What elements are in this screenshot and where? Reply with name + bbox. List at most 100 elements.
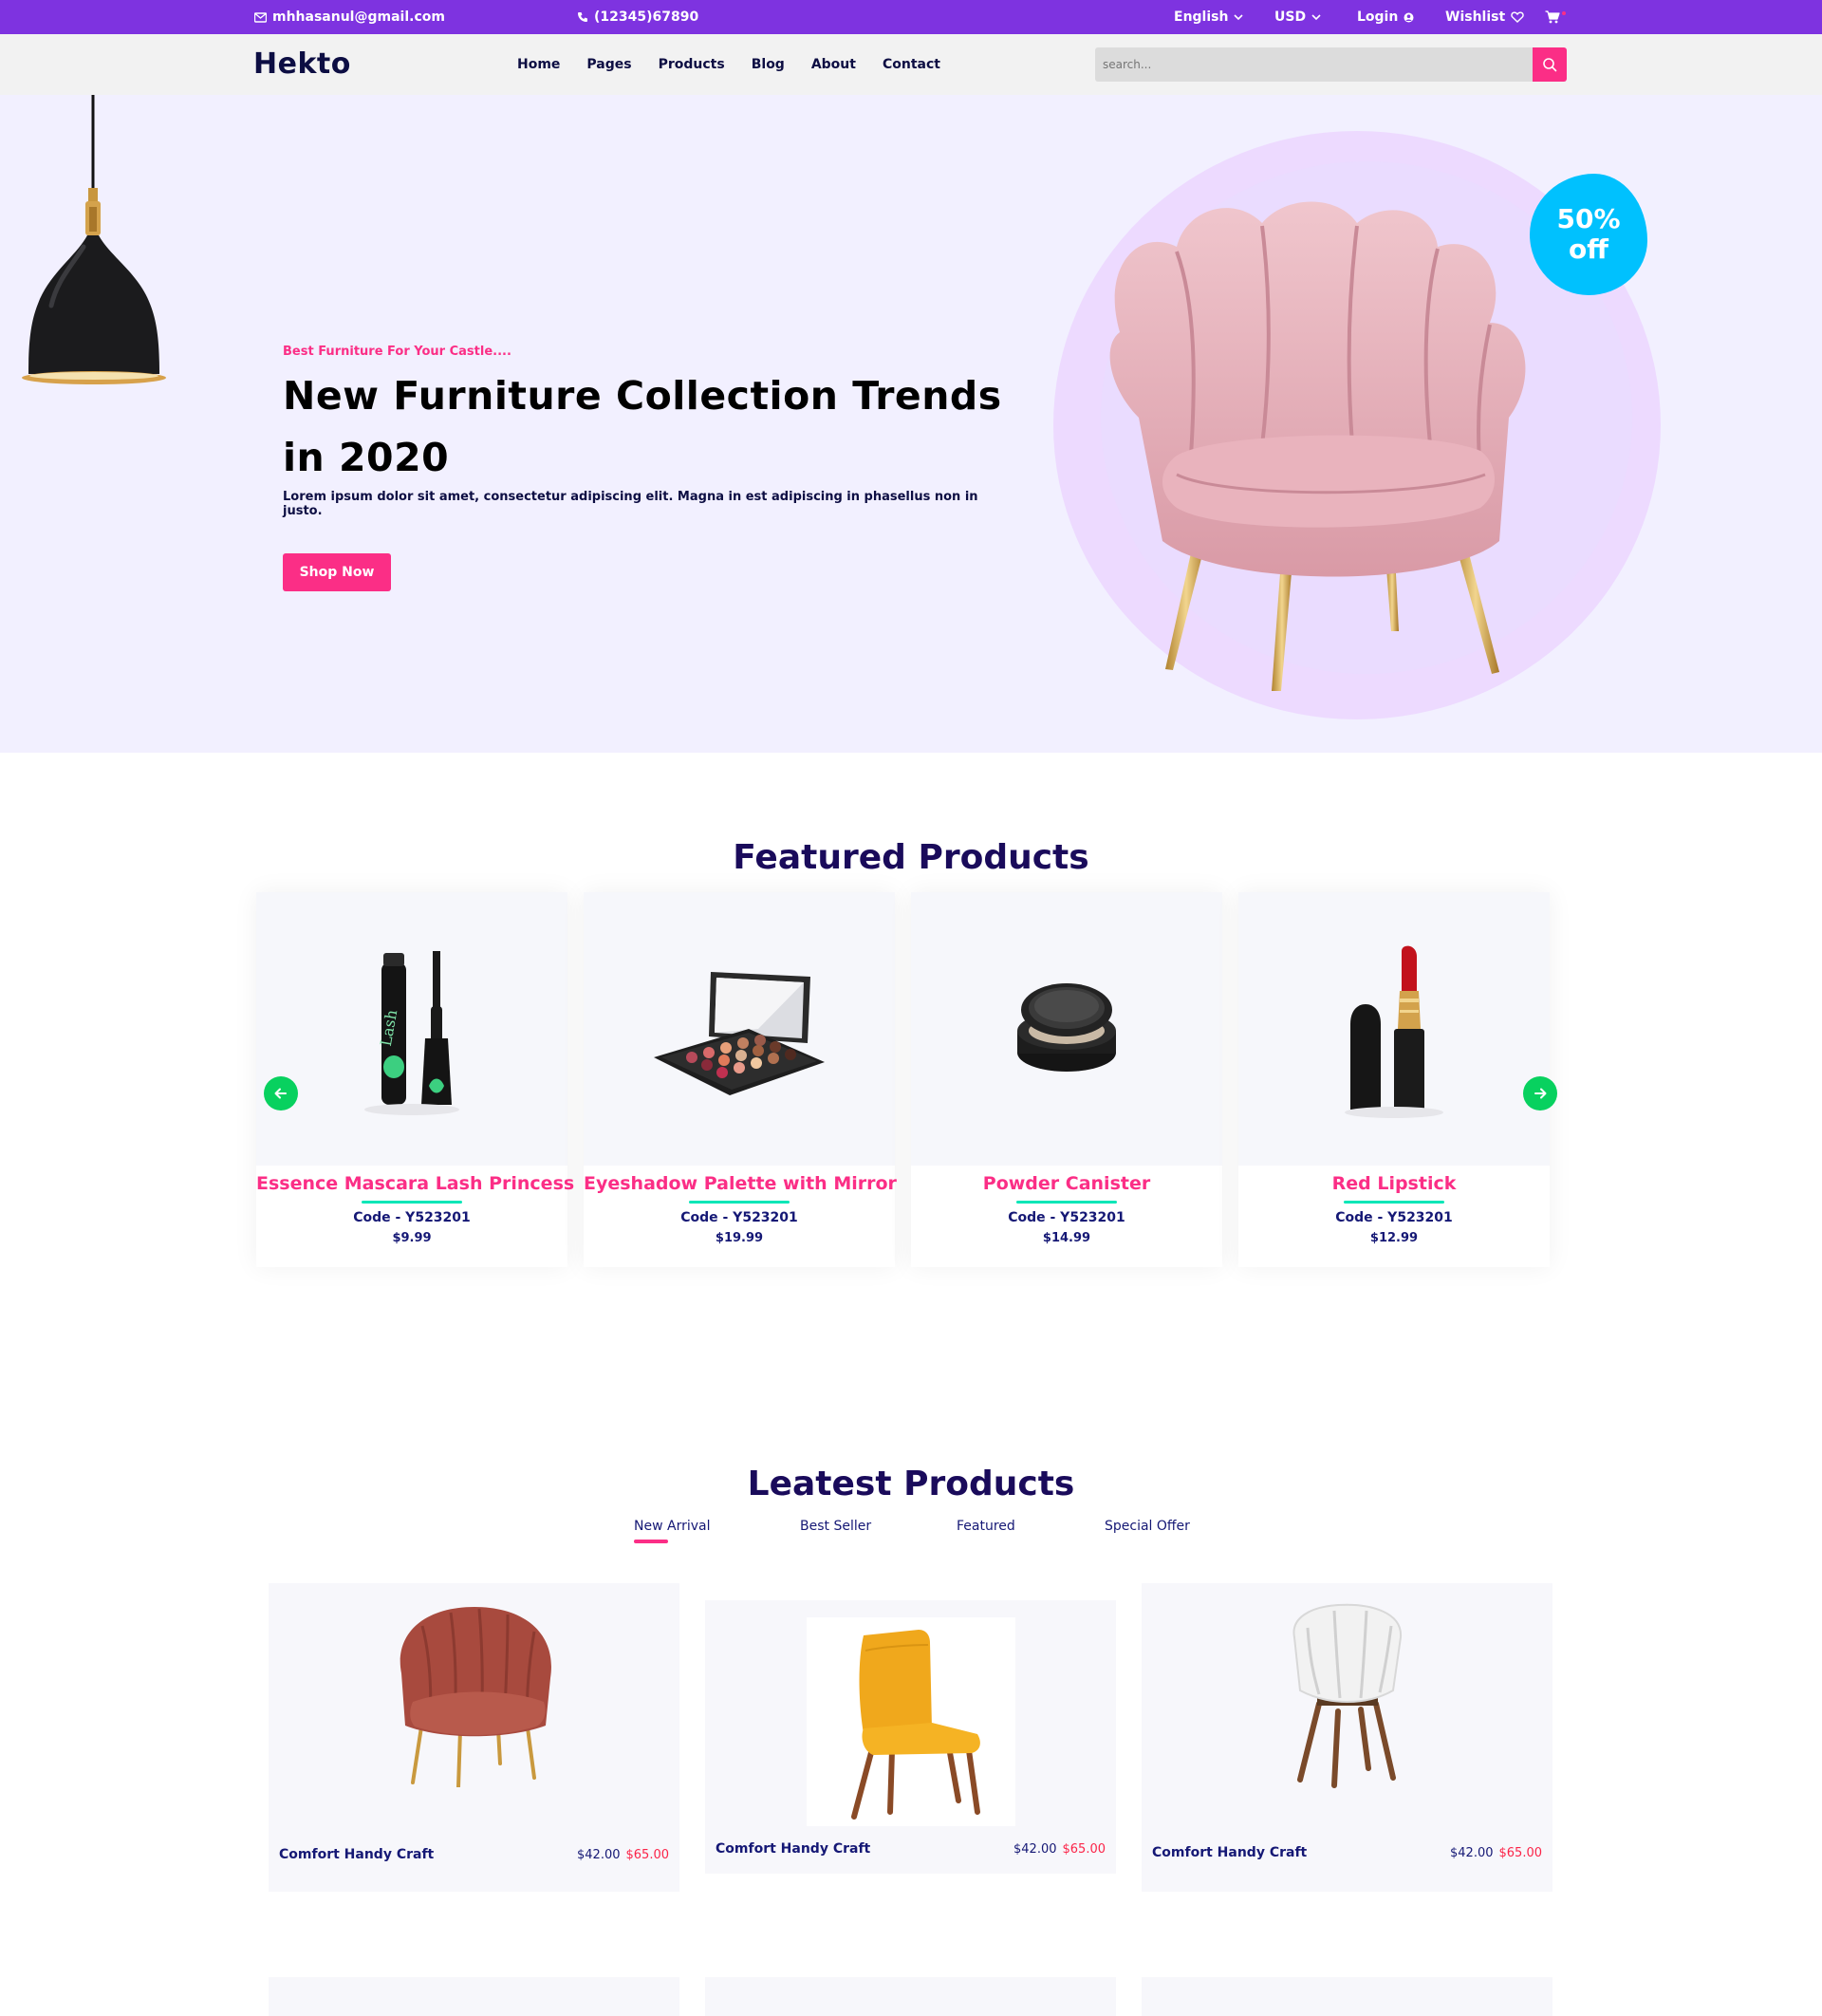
product-image	[911, 892, 1222, 1166]
product-price: $42.00 $65.00	[577, 1848, 669, 1862]
mascara-icon: Lash	[364, 951, 459, 1115]
discount-off: off	[1569, 233, 1608, 265]
nav-contact[interactable]: Contact	[883, 57, 940, 72]
latest-product-card[interactable]: Comfort Handy Craft $42.00 $65.00	[269, 1583, 679, 1892]
phone-text: (12345)67890	[594, 9, 699, 25]
current-price: $42.00	[577, 1848, 621, 1862]
powder-canister-icon	[1017, 983, 1116, 1072]
tab-new-arrival[interactable]: New Arrival	[634, 1519, 710, 1543]
hero-banner: Best Furniture For Your Castle.... New F…	[0, 95, 1822, 753]
product-card[interactable]: Eyeshadow Palette with Mirror Code - Y52…	[584, 892, 897, 1267]
hero-title: New Furniture Collection Trends in 2020	[283, 373, 1002, 480]
eyeshadow-palette-icon	[654, 972, 825, 1095]
product-price: $9.99	[392, 1231, 432, 1245]
wishlist-link[interactable]: Wishlist	[1445, 0, 1524, 34]
product-name[interactable]: Essence Mascara Lash Princess	[256, 1173, 574, 1194]
latest-product-card[interactable]: Comfort Handy Craft $42.00 $65.00	[1142, 1583, 1552, 1892]
latest-product-card-partial[interactable]	[269, 1977, 679, 2016]
velvet-armchair-icon	[400, 1607, 551, 1787]
latest-product-card-partial[interactable]	[705, 1977, 1116, 2016]
product-image	[269, 1607, 679, 1787]
tab-best-seller[interactable]: Best Seller	[800, 1519, 871, 1534]
login-label: Login	[1357, 9, 1399, 25]
product-name[interactable]: Comfort Handy Craft	[1152, 1845, 1307, 1860]
product-price: $14.99	[1042, 1231, 1091, 1245]
yellow-chair-icon	[850, 1630, 980, 1820]
product-card[interactable]: Powder Canister Code - Y523201 $14.99	[911, 892, 1222, 1267]
chevron-down-icon	[1311, 14, 1321, 21]
arrow-right-icon	[1534, 1088, 1547, 1099]
language-select[interactable]: English	[1174, 0, 1244, 34]
chevron-down-icon	[1234, 14, 1244, 21]
product-name-underline	[689, 1201, 790, 1204]
nav-blog[interactable]: Blog	[752, 57, 785, 72]
product-price: $19.99	[715, 1231, 764, 1245]
latest-product-card-partial[interactable]	[1142, 1977, 1552, 2016]
wishlist-label: Wishlist	[1445, 9, 1506, 25]
language-label: English	[1174, 9, 1229, 25]
latest-product-card[interactable]: Comfort Handy Craft $42.00 $65.00	[705, 1600, 1116, 1874]
cart-icon	[1545, 10, 1560, 24]
search-input[interactable]	[1095, 47, 1533, 82]
product-card[interactable]: Red Lipstick Code - Y523201 $12.99	[1238, 892, 1550, 1267]
cart-dot	[1562, 11, 1566, 15]
shop-now-button[interactable]: Shop Now	[283, 553, 391, 591]
latest-tabs: New Arrival Best Seller Featured Special…	[0, 1519, 1822, 1547]
product-photo-frame	[806, 1617, 1015, 1826]
login-link[interactable]: Login	[1357, 0, 1414, 34]
search-bar	[1095, 47, 1567, 82]
product-image	[584, 892, 895, 1166]
arrow-left-icon	[274, 1088, 287, 1099]
search-button[interactable]	[1533, 47, 1567, 82]
product-image	[1238, 892, 1550, 1166]
nav-about[interactable]: About	[811, 57, 856, 72]
nav-products[interactable]: Products	[659, 57, 725, 72]
top-bar: mhhasanul@gmail.com (12345)67890 English…	[0, 0, 1822, 34]
phone-contact[interactable]: (12345)67890	[577, 0, 698, 34]
product-card[interactable]: Lash Essence Mascara Lash Princess Code …	[256, 892, 574, 1267]
product-code: Code - Y523201	[353, 1210, 471, 1225]
carousel-prev-button[interactable]	[264, 1076, 298, 1111]
product-name-underline	[1016, 1201, 1117, 1204]
product-name-underline	[362, 1201, 462, 1204]
site-logo[interactable]: Hekto	[253, 47, 351, 81]
product-name[interactable]: Eyeshadow Palette with Mirror	[584, 1173, 897, 1194]
product-name[interactable]: Comfort Handy Craft	[279, 1847, 434, 1862]
product-name[interactable]: Red Lipstick	[1238, 1173, 1550, 1194]
tab-special-offer[interactable]: Special Offer	[1105, 1519, 1190, 1534]
product-image	[705, 1617, 1116, 1826]
carousel-next-button[interactable]	[1523, 1076, 1557, 1111]
discount-percent: 50%	[1556, 203, 1621, 234]
user-icon	[1404, 12, 1414, 22]
product-code: Code - Y523201	[1008, 1210, 1125, 1225]
latest-title: Leatest Products	[747, 1465, 1075, 1503]
old-price: $65.00	[1062, 1842, 1106, 1857]
product-name[interactable]: Comfort Handy Craft	[716, 1841, 870, 1857]
product-price: $42.00 $65.00	[1013, 1842, 1106, 1857]
search-icon	[1543, 58, 1557, 72]
main-nav: Home Pages Products Blog About Contact	[517, 34, 967, 95]
nav-pages[interactable]: Pages	[586, 57, 631, 72]
tab-featured[interactable]: Featured	[957, 1519, 1015, 1534]
nav-home[interactable]: Home	[517, 57, 560, 72]
white-chair-icon	[1292, 1603, 1402, 1788]
currency-select[interactable]: USD	[1274, 0, 1321, 34]
mail-icon	[254, 11, 267, 23]
old-price: $65.00	[1498, 1846, 1543, 1860]
product-price: $12.99	[1369, 1231, 1419, 1245]
currency-label: USD	[1274, 9, 1307, 25]
hero-tagline: Best Furniture For Your Castle....	[283, 345, 511, 359]
current-price: $42.00	[1013, 1842, 1057, 1857]
email-text: mhhasanul@gmail.com	[272, 9, 445, 25]
main-header: Hekto Home Pages Products Blog About Con…	[0, 34, 1822, 95]
email-contact[interactable]: mhhasanul@gmail.com	[254, 0, 445, 34]
product-price: $42.00 $65.00	[1450, 1846, 1542, 1860]
product-code: Code - Y523201	[1335, 1210, 1453, 1225]
product-image: Lash	[256, 892, 567, 1166]
pink-armchair-icon	[1109, 201, 1526, 691]
product-name[interactable]: Powder Canister	[911, 1173, 1222, 1194]
current-price: $42.00	[1450, 1846, 1494, 1860]
product-image	[1142, 1603, 1552, 1788]
cart-button[interactable]	[1545, 0, 1566, 34]
phone-icon	[578, 12, 587, 22]
